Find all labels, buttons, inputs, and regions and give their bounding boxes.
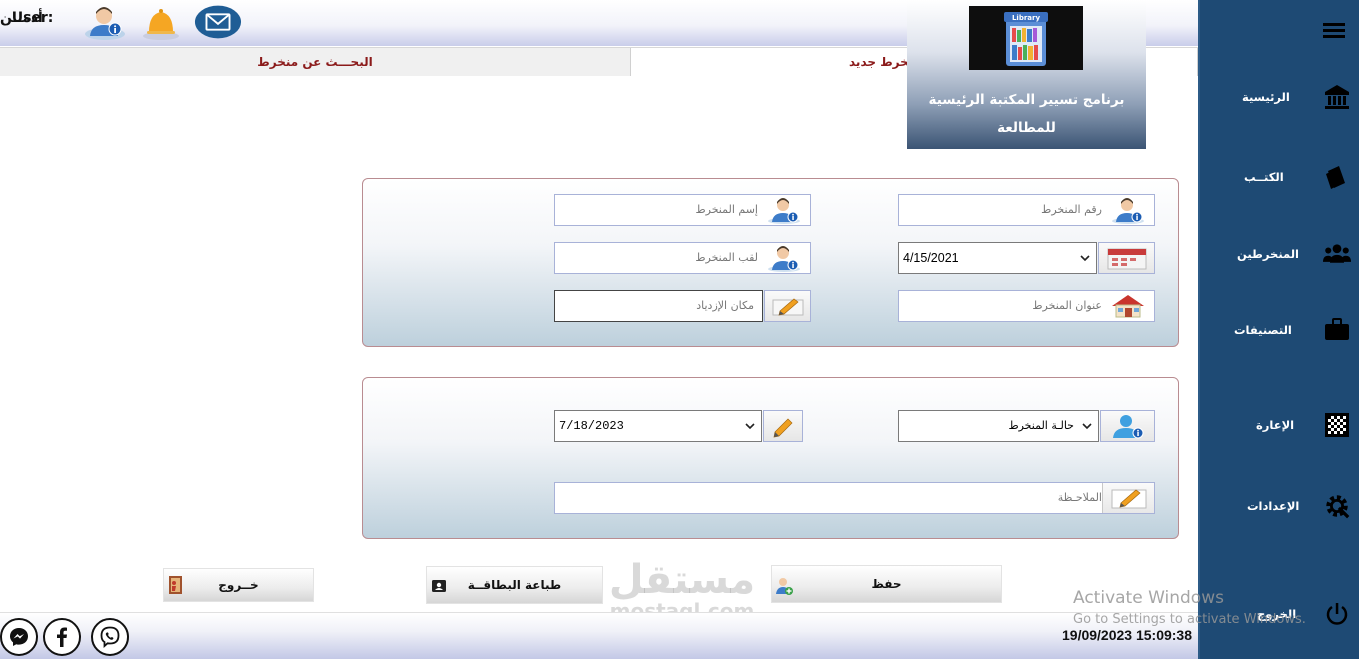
join-date-value: 4/15/2021 — [903, 251, 959, 265]
mail-icon[interactable] — [194, 4, 242, 40]
pencil-icon[interactable] — [764, 290, 811, 322]
status-date-picker[interactable]: 7/18/2023 — [554, 410, 762, 442]
member-status-panel: حالـة المنخرط 7/18/2023 الملاحـظة — [362, 377, 1179, 539]
sidebar-item-books[interactable]: الكتــب — [1200, 157, 1359, 197]
app-title-line1: برنامج تسيير المكتبة الرئيسية للمطالعة — [928, 92, 1125, 136]
print-card-label: طباعة البطاقــة — [467, 578, 562, 592]
app-title: برنامج تسيير المكتبة الرئيسية للمطالعة ا… — [907, 86, 1146, 170]
exit-button[interactable]: خــروج — [163, 568, 314, 602]
member-surname-field[interactable]: لقب المنخرط — [554, 242, 811, 274]
sidebar-item-label: الخروج — [1257, 607, 1297, 621]
member-info-panel: رقم المنخرط إسم المنخرط 4/15/2021 لقب ال… — [362, 178, 1179, 347]
books-icon — [1323, 163, 1351, 191]
settings-icon — [1323, 492, 1351, 520]
sidebar-item-members[interactable]: المنخرطين — [1200, 234, 1359, 274]
member-surname-placeholder: لقب المنخرط — [695, 251, 758, 264]
member-number-placeholder: رقم المنخرط — [1041, 203, 1102, 216]
contact-card-icon — [429, 576, 449, 596]
member-number-field[interactable]: رقم المنخرط — [898, 194, 1155, 226]
house-icon — [1102, 291, 1154, 321]
hamburger-icon[interactable] — [1321, 18, 1347, 44]
calendar-icon[interactable] — [1098, 242, 1155, 274]
user-info-icon[interactable] — [81, 4, 129, 40]
sidebar-item-label: الرئيسية — [1242, 90, 1290, 104]
current-user: أدمــن User: — [0, 10, 57, 26]
pencil-icon[interactable] — [763, 410, 803, 442]
sidebar-item-label: الإعدادات — [1247, 499, 1300, 513]
bank-icon — [1323, 83, 1351, 111]
sidebar-item-label: التصنيفات — [1234, 323, 1292, 337]
datetime-display: 19/09/2023 15:09:38 — [1062, 627, 1192, 643]
chevron-down-icon — [745, 423, 755, 430]
join-date-picker[interactable]: 4/15/2021 — [898, 242, 1097, 274]
sidebar-item-logout[interactable]: الخروج — [1200, 594, 1359, 634]
birthplace-placeholder: مكان الإزدياد — [696, 299, 754, 312]
chevron-down-icon — [1082, 423, 1092, 430]
chevron-down-icon — [1080, 255, 1090, 262]
sidebar-item-home[interactable]: الرئيسية — [1200, 77, 1359, 117]
exit-label: خــروج — [218, 578, 259, 592]
facebook-icon[interactable] — [43, 618, 81, 656]
user-label: User: — [11, 10, 54, 26]
user-info-icon — [1102, 195, 1154, 225]
sidebar-item-categories[interactable]: التصنيفات — [1200, 310, 1359, 350]
user-status-icon — [1100, 410, 1155, 442]
birthplace-field[interactable]: مكان الإزدياد — [554, 290, 763, 322]
messenger-icon[interactable] — [0, 618, 38, 656]
member-status-select[interactable]: حالـة المنخرط — [898, 410, 1099, 442]
sidebar-item-label: الكتــب — [1244, 170, 1284, 184]
member-address-field[interactable]: عنوان المنخرط — [898, 290, 1155, 322]
save-label: حفظ — [871, 577, 902, 591]
library-logo: Library — [969, 6, 1083, 70]
notes-field[interactable]: الملاحـظة — [554, 482, 1155, 514]
app-logo-card: Library برنامج تسيير المكتبة الرئيسية لل… — [907, 0, 1146, 164]
app-title-line2: العمومية مبارك بن صالح — [946, 148, 1107, 164]
sidebar-item-settings[interactable]: الإعدادات — [1200, 486, 1359, 526]
save-button[interactable]: حفظ — [771, 565, 1002, 603]
member-address-placeholder: عنوان المنخرط — [1032, 299, 1102, 312]
grid-icon — [1323, 411, 1351, 439]
user-info-icon — [758, 243, 810, 273]
sidebar-item-label: الإعارة — [1256, 418, 1295, 432]
user-info-icon — [758, 195, 810, 225]
tab-search-member[interactable]: البحـــث عن منخرط — [0, 48, 630, 76]
watermark-ar: مستقل — [608, 557, 756, 603]
sidebar-item-loans[interactable]: الإعارة — [1200, 405, 1359, 445]
app-window: أدمــن User: البحـــث عن منخرط منخرط جدي… — [0, 0, 1359, 659]
power-icon — [1323, 600, 1351, 628]
add-user-icon — [774, 576, 794, 596]
member-name-placeholder: إسم المنخرط — [695, 203, 758, 216]
sidebar: الرئيسية الكتــب المنخرطين التصنيفات الإ — [1198, 0, 1359, 659]
member-status-value: حالـة المنخرط — [1008, 419, 1074, 432]
status-date-value: 7/18/2023 — [559, 419, 624, 433]
briefcase-icon — [1323, 316, 1351, 344]
notes-placeholder: الملاحـظة — [1057, 491, 1102, 504]
logo-badge: Library — [1012, 14, 1040, 22]
users-icon — [1323, 240, 1351, 268]
status-bar: 19/09/2023 15:09:38 — [0, 612, 1198, 659]
print-card-button[interactable]: طباعة البطاقــة — [426, 566, 603, 604]
viber-icon[interactable] — [91, 618, 129, 656]
exit-door-icon — [166, 575, 186, 595]
member-name-field[interactable]: إسم المنخرط — [554, 194, 811, 226]
pencil-icon — [1102, 483, 1154, 513]
bell-icon[interactable] — [137, 4, 185, 40]
sidebar-item-label: المنخرطين — [1237, 247, 1299, 261]
